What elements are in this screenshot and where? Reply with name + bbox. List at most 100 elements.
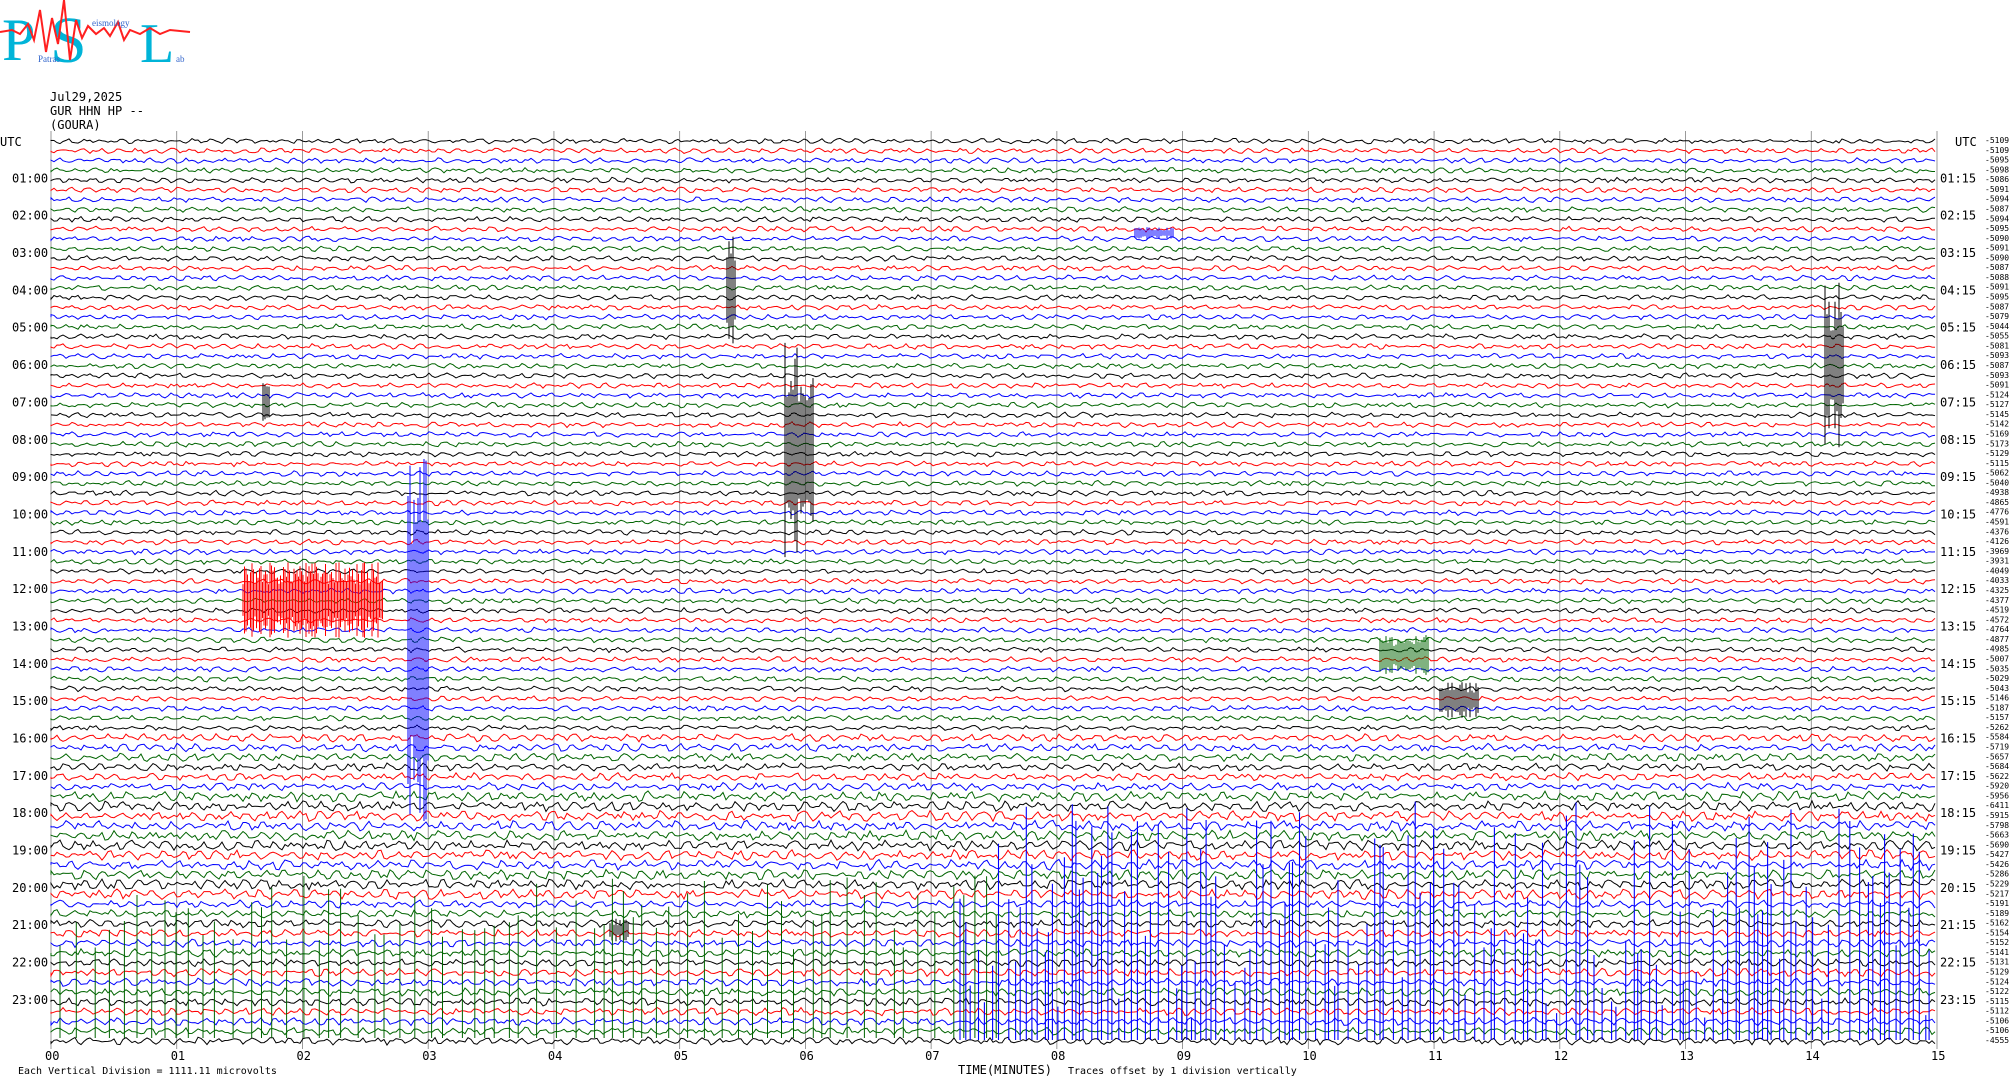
x-tick-label: 06 <box>799 1049 813 1063</box>
seismic-trace <box>50 303 1936 311</box>
footer-scale: Each Vertical Division = 1111.11 microvo… <box>18 1066 277 1077</box>
seismic-trace <box>50 333 1936 341</box>
trace-value-label: -5087 <box>1985 263 2009 272</box>
trace-value-label: -5124 <box>1985 977 2009 986</box>
seismic-trace <box>50 577 1936 585</box>
trace-value-label: -5191 <box>1985 899 2009 908</box>
trace-value-label: -4938 <box>1985 488 2009 497</box>
event-bursts <box>59 227 1930 1040</box>
seismic-trace <box>50 342 1936 350</box>
trace-value-label: -5584 <box>1985 733 2009 742</box>
trace-value-label: -5087 <box>1985 205 2009 214</box>
trace-value-label: -3969 <box>1985 547 2009 556</box>
seismic-trace <box>50 752 1936 763</box>
seismic-trace <box>50 401 1936 409</box>
trace-value-label: -4555 <box>1985 1036 2009 1045</box>
trace-value-label: -5095 <box>1985 293 2009 302</box>
seismic-trace <box>50 685 1935 693</box>
right-hour-label: 14:15 <box>1940 657 1976 671</box>
trace-value-label: -5286 <box>1985 870 2009 879</box>
seismic-trace <box>50 829 1936 843</box>
x-tick-label: 03 <box>422 1049 436 1063</box>
trace-value-label: -5145 <box>1985 410 2009 419</box>
seismic-trace <box>50 313 1936 321</box>
seismic-trace <box>50 695 1936 702</box>
seismic-trace <box>50 762 1936 772</box>
trace-value-label: -5040 <box>1985 478 2009 487</box>
seismic-trace <box>50 868 1936 881</box>
right-hour-label: 19:15 <box>1940 844 1976 858</box>
trace-value-label: -5124 <box>1985 390 2009 399</box>
seismic-trace <box>50 460 1936 468</box>
seismic-trace <box>50 908 1936 919</box>
trace-value-label: -5798 <box>1985 821 2009 830</box>
seismic-trace <box>50 626 1936 634</box>
right-hour-label: 13:15 <box>1940 620 1976 634</box>
seismic-trace <box>50 499 1936 507</box>
left-hour-label: 15:00 <box>12 694 48 708</box>
seismic-trace <box>50 790 1936 803</box>
trace-value-label: -5088 <box>1985 273 2009 282</box>
trace-value-label: -5690 <box>1985 840 2009 849</box>
left-hour-label: 13:00 <box>12 620 48 634</box>
trace-value-label: -3931 <box>1985 557 2009 566</box>
trace-value-label: -5086 <box>1985 175 2009 184</box>
trace-value-label: -4764 <box>1985 625 2009 634</box>
seismic-trace <box>50 947 1936 958</box>
trace-value-label: -5115 <box>1985 459 2009 468</box>
left-hour-label: 20:00 <box>12 881 48 895</box>
trace-value-label: -4572 <box>1985 615 2009 624</box>
seismic-trace <box>50 284 1936 292</box>
x-tick-label: 04 <box>548 1049 562 1063</box>
trace-value-label: -5109 <box>1985 146 2009 155</box>
left-hour-label: 06:00 <box>12 358 48 372</box>
right-hour-label: 23:15 <box>1940 993 1976 1007</box>
right-hour-label: 17:15 <box>1940 769 1976 783</box>
seismic-trace <box>50 587 1936 595</box>
x-tick-label: 11 <box>1428 1049 1442 1063</box>
right-hour-label: 05:15 <box>1940 321 1976 335</box>
seismic-trace <box>50 479 1936 487</box>
seismic-trace <box>50 391 1935 399</box>
trace-value-label: -5217 <box>1985 889 2009 898</box>
x-axis-ticks: 00 01 02 03 04 05 06 07 08 09 10 11 12 13 14 15 <box>45 1049 1945 1063</box>
seismic-trace <box>50 186 1936 194</box>
seismic-trace <box>50 848 1936 862</box>
x-tick-label: 12 <box>1554 1049 1568 1063</box>
x-tick-label: 09 <box>1177 1049 1191 1063</box>
seismic-trace <box>50 838 1936 852</box>
left-hour-label: 10:00 <box>12 507 48 521</box>
seismic-trace <box>50 421 1936 429</box>
trace-value-label: -5229 <box>1985 880 2009 889</box>
seismic-trace <box>50 675 1936 683</box>
seismic-trace <box>50 528 1936 536</box>
trace-value-label: -4591 <box>1985 518 2009 527</box>
trace-value-label: -4865 <box>1985 498 2009 507</box>
trace-value-label: -5663 <box>1985 831 2009 840</box>
trace-value-label: -5684 <box>1985 762 2009 771</box>
trace-value-label: -5187 <box>1985 703 2009 712</box>
right-hour-label: 22:15 <box>1940 956 1976 970</box>
x-tick-label: 01 <box>171 1049 185 1063</box>
seismic-trace <box>50 196 1936 204</box>
trace-value-label: -4033 <box>1985 576 2009 585</box>
right-hour-label: 09:15 <box>1940 470 1976 484</box>
trace-value-label: -5146 <box>1985 694 2009 703</box>
right-hour-label: 12:15 <box>1940 582 1976 596</box>
trace-value-label: -5091 <box>1985 185 2009 194</box>
trace-value-label: -5956 <box>1985 791 2009 800</box>
left-hour-label: 18:00 <box>12 806 48 820</box>
seismic-trace <box>50 616 1936 624</box>
trace-value-label: -5087 <box>1985 361 2009 370</box>
seismic-trace <box>50 440 1936 448</box>
seismic-trace <box>50 878 1936 891</box>
right-hour-label: 20:15 <box>1940 881 1976 895</box>
trace-value-label: -5169 <box>1985 430 2009 439</box>
right-hour-label: 07:15 <box>1940 395 1976 409</box>
trace-value-label: -4519 <box>1985 606 2009 615</box>
seismic-trace <box>50 567 1936 575</box>
seismic-trace <box>50 235 1936 243</box>
trace-value-label: -5915 <box>1985 811 2009 820</box>
trace-value-label: -5087 <box>1985 302 2009 311</box>
trace-value-label: -5095 <box>1985 156 2009 165</box>
